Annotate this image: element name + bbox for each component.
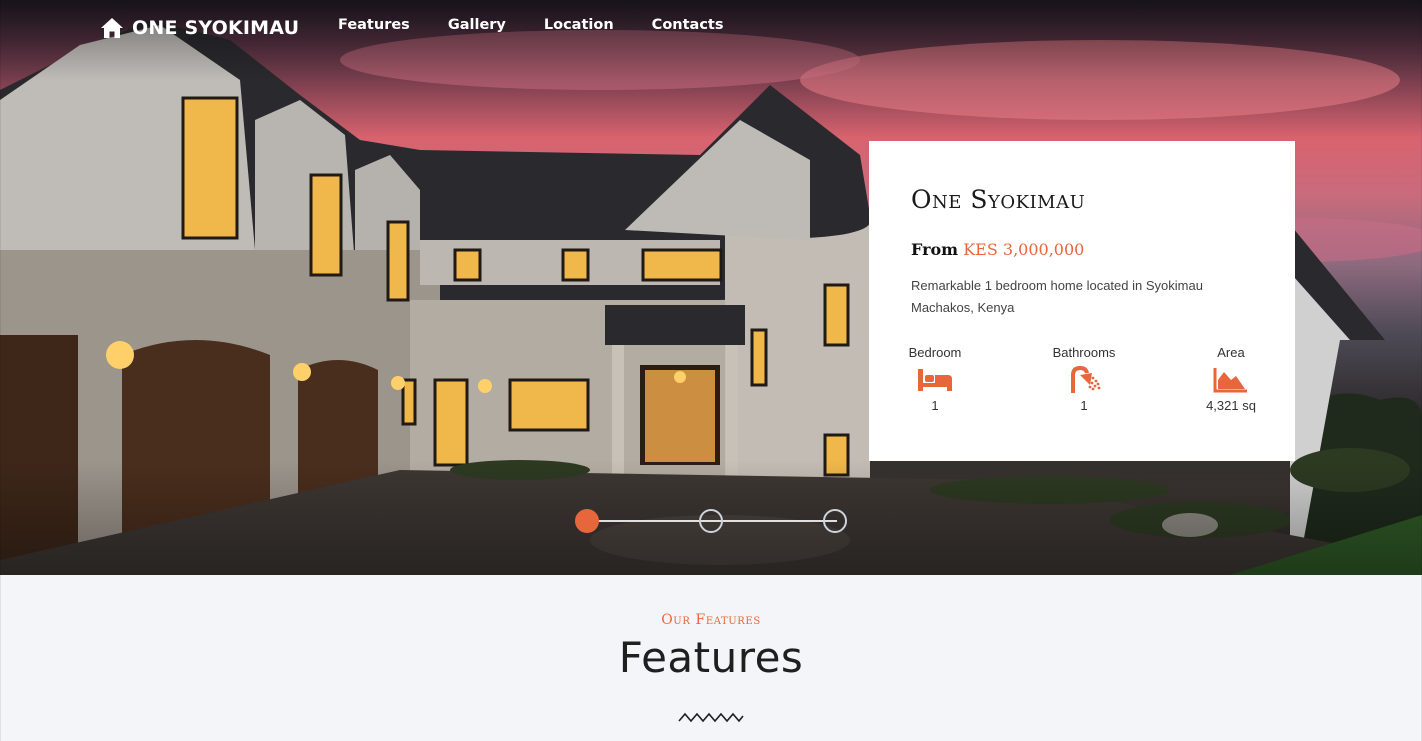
section-title: Features (618, 633, 804, 682)
spec-value: 4,321 sq (1206, 398, 1256, 413)
page-left-edge (0, 0, 1, 741)
slider-dot-2[interactable] (699, 509, 723, 533)
spec-value: 1 (1080, 398, 1088, 413)
spec-label: Bedroom (908, 345, 962, 360)
section-eyebrow: Our Features (661, 612, 761, 628)
price-amount: KES 3,000,000 (963, 240, 1085, 259)
shower-icon (1071, 366, 1101, 393)
nav-link-location[interactable]: Location (544, 17, 614, 33)
brand-logo-link[interactable]: ONE SYOKIMAU (100, 14, 299, 42)
spec-bedroom: Bedroom 1 (890, 345, 980, 413)
home-icon (101, 18, 123, 38)
nav-link-contacts[interactable]: Contacts (652, 17, 724, 33)
spec-label: Area (1217, 345, 1245, 360)
property-info-card: One Syokimau From KES 3,000,000 Remarkab… (869, 141, 1295, 461)
nav-link-gallery[interactable]: Gallery (448, 17, 506, 33)
zigzag-icon (678, 712, 744, 723)
spec-area: Area 4,321 sq (1186, 345, 1276, 413)
brand-name: ONE SYOKIMAU (132, 17, 300, 39)
top-navigation: ONE SYOKIMAU Features Gallery Location C… (0, 0, 1422, 56)
property-title: One Syokimau (911, 185, 1086, 214)
price-prefix: From (911, 240, 959, 259)
property-description: Remarkable 1 bedroom home located in Syo… (911, 278, 1203, 315)
slider-dot-3[interactable] (823, 509, 847, 533)
hero-slider-pagination (575, 509, 849, 533)
nav-link-features[interactable]: Features (338, 17, 410, 33)
spec-label: Bathrooms (1052, 345, 1116, 360)
property-price: From KES 3,000,000 (911, 240, 1253, 259)
bed-icon (918, 369, 952, 391)
nav-links: Features Gallery Location Contacts (338, 17, 761, 33)
spec-value: 1 (931, 398, 939, 413)
features-section: Our Features Features (0, 575, 1422, 741)
property-specs: Bedroom 1 Bathrooms 1 Area 4,321 sq (909, 345, 1256, 425)
slider-dot-1[interactable] (575, 509, 599, 533)
area-chart-icon (1213, 368, 1247, 393)
spec-bathrooms: Bathrooms 1 (1039, 345, 1129, 413)
